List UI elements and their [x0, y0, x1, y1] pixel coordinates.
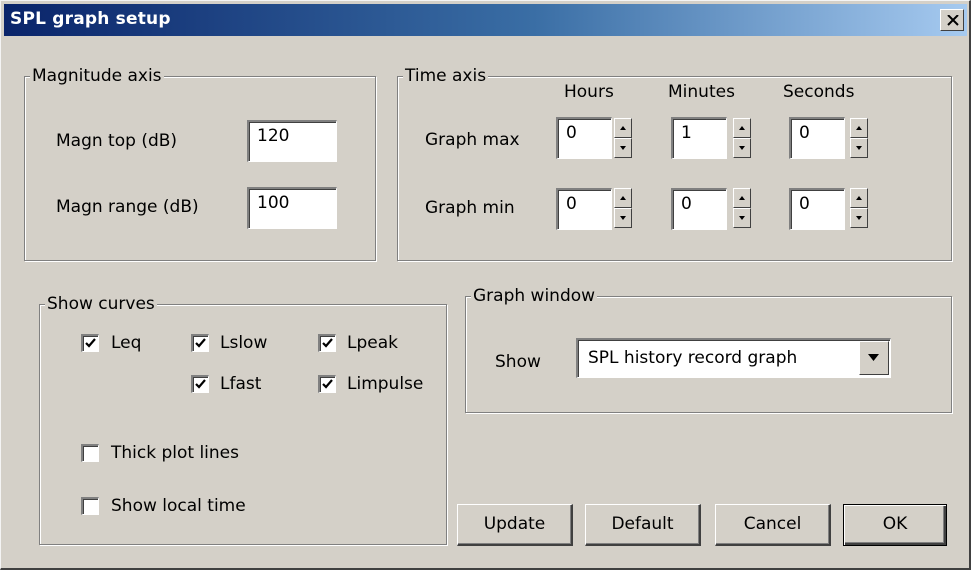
graph-window-legend: Graph window — [471, 286, 598, 306]
lslow-label[interactable]: Lslow — [220, 333, 267, 353]
up-arrow-icon — [739, 196, 745, 200]
chevron-down-icon — [868, 354, 879, 361]
down-arrow-icon — [739, 146, 745, 150]
thick-plot-lines-checkbox[interactable] — [81, 444, 99, 462]
title-bar[interactable]: SPL graph setup — [4, 4, 967, 36]
graph-max-hours-spinner[interactable] — [614, 118, 632, 158]
graph-max-minutes-spinner[interactable] — [733, 118, 751, 158]
graph-type-selected: SPL history record graph — [588, 348, 798, 368]
down-arrow-icon — [739, 216, 745, 220]
limpulse-checkbox[interactable] — [318, 375, 336, 393]
ok-button[interactable]: OK — [843, 504, 947, 546]
spin-up-button[interactable] — [614, 118, 632, 138]
checkmark-icon — [85, 338, 96, 348]
leq-checkbox[interactable] — [81, 334, 99, 352]
graph-min-hours-spinner[interactable] — [614, 188, 632, 228]
checkmark-icon — [195, 338, 206, 348]
spin-up-button[interactable] — [850, 118, 868, 138]
graph-min-seconds-spinner[interactable] — [850, 188, 868, 228]
down-arrow-icon — [620, 146, 626, 150]
lfast-checkbox[interactable] — [191, 375, 209, 393]
leq-label[interactable]: Leq — [111, 333, 141, 353]
lslow-checkbox[interactable] — [191, 334, 209, 352]
down-arrow-icon — [856, 216, 862, 220]
spin-down-button[interactable] — [614, 138, 632, 158]
close-icon — [947, 15, 959, 26]
cancel-button[interactable]: Cancel — [715, 504, 831, 546]
graph-max-label: Graph max — [425, 130, 520, 150]
spin-up-button[interactable] — [850, 188, 868, 208]
spin-down-button[interactable] — [733, 138, 751, 158]
time-axis-group: Time axis — [397, 66, 952, 261]
lpeak-checkbox[interactable] — [318, 334, 336, 352]
seconds-header: Seconds — [783, 82, 855, 102]
magn-range-input[interactable]: 100 — [247, 187, 337, 229]
spl-graph-setup-dialog: SPL graph setup Magnitude axis Magn top … — [0, 0, 971, 570]
graph-min-minutes-input[interactable]: 0 — [671, 188, 727, 230]
limpulse-label[interactable]: Limpulse — [347, 374, 423, 394]
window-title: SPL graph setup — [10, 9, 171, 29]
close-button[interactable] — [940, 9, 964, 31]
magnitude-axis-group: Magnitude axis — [24, 66, 376, 261]
graph-max-minutes-input[interactable]: 1 — [671, 117, 727, 159]
lpeak-label[interactable]: Lpeak — [347, 333, 398, 353]
spin-down-button[interactable] — [733, 208, 751, 228]
lfast-label[interactable]: Lfast — [220, 374, 261, 394]
show-local-time-label[interactable]: Show local time — [111, 496, 246, 516]
minutes-header: Minutes — [668, 82, 735, 102]
dropdown-button[interactable] — [859, 341, 889, 375]
spin-up-button[interactable] — [733, 118, 751, 138]
default-button[interactable]: Default — [585, 504, 701, 546]
graph-min-minutes-spinner[interactable] — [733, 188, 751, 228]
up-arrow-icon — [739, 126, 745, 130]
down-arrow-icon — [856, 146, 862, 150]
graph-type-select[interactable]: SPL history record graph — [576, 338, 891, 378]
up-arrow-icon — [620, 126, 626, 130]
graph-min-hours-input[interactable]: 0 — [556, 188, 612, 230]
checkmark-icon — [322, 338, 333, 348]
magnitude-axis-legend: Magnitude axis — [30, 66, 164, 86]
spin-up-button[interactable] — [733, 188, 751, 208]
magn-range-label: Magn range (dB) — [56, 197, 199, 217]
checkmark-icon — [195, 379, 206, 389]
show-label: Show — [495, 352, 541, 372]
show-local-time-checkbox[interactable] — [81, 497, 99, 515]
spin-down-button[interactable] — [614, 208, 632, 228]
up-arrow-icon — [856, 196, 862, 200]
graph-max-seconds-input[interactable]: 0 — [789, 117, 845, 159]
spin-down-button[interactable] — [850, 208, 868, 228]
hours-header: Hours — [564, 82, 614, 102]
time-axis-legend: Time axis — [403, 66, 489, 86]
update-button[interactable]: Update — [457, 504, 573, 546]
graph-min-label: Graph min — [425, 198, 515, 218]
thick-plot-lines-label[interactable]: Thick plot lines — [111, 443, 239, 463]
up-arrow-icon — [856, 126, 862, 130]
spin-down-button[interactable] — [850, 138, 868, 158]
graph-min-seconds-input[interactable]: 0 — [789, 188, 845, 230]
up-arrow-icon — [620, 196, 626, 200]
magn-top-input[interactable]: 120 — [247, 120, 337, 162]
down-arrow-icon — [620, 216, 626, 220]
graph-max-hours-input[interactable]: 0 — [556, 117, 612, 159]
spin-up-button[interactable] — [614, 188, 632, 208]
magn-top-label: Magn top (dB) — [56, 131, 178, 151]
show-curves-legend: Show curves — [45, 294, 157, 314]
checkmark-icon — [322, 379, 333, 389]
graph-max-seconds-spinner[interactable] — [850, 118, 868, 158]
